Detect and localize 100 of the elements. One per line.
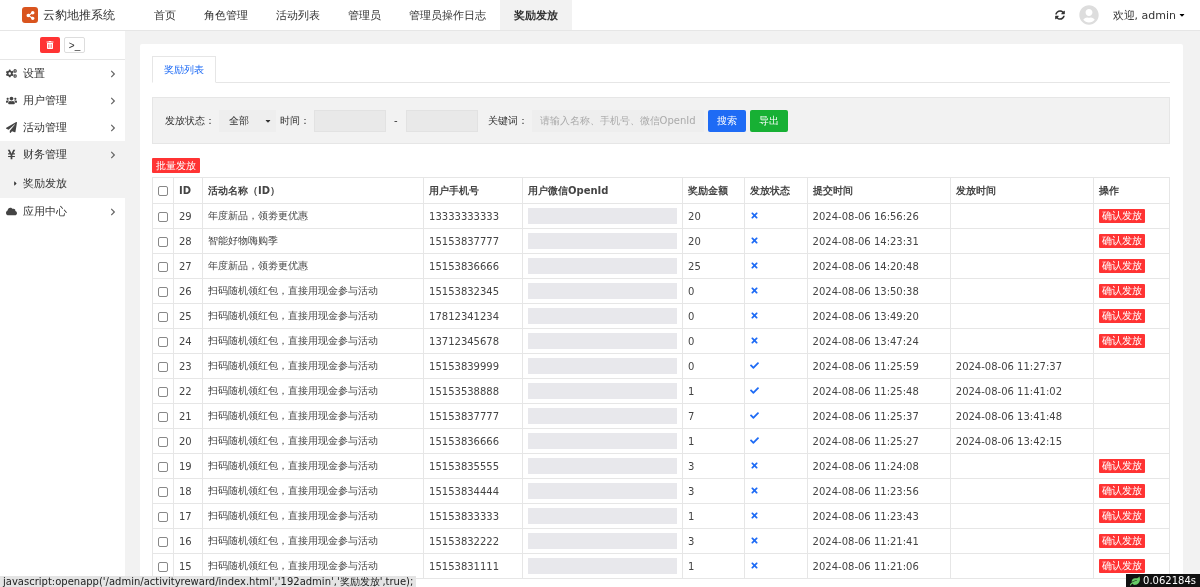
- chevron-right-icon: [109, 123, 117, 132]
- nav-tab[interactable]: 管理员操作日志: [395, 0, 500, 30]
- table-cell: 2024-08-06 13:47:24: [807, 328, 951, 354]
- table-cell: 扫码随机领红包，直接用现金参与活动: [202, 453, 424, 479]
- table-cell: 15153836666: [423, 428, 523, 454]
- search-button[interactable]: 搜索: [707, 109, 746, 132]
- nav-tab[interactable]: 奖励发放: [500, 0, 572, 30]
- nav-tab[interactable]: 角色管理: [190, 0, 262, 30]
- row-checkbox[interactable]: [158, 261, 168, 272]
- row-checkbox[interactable]: [158, 236, 168, 247]
- table-cell: 2024-08-06 11:41:02: [950, 378, 1094, 404]
- chevron-right-icon: [109, 150, 117, 159]
- column-header: 用户微信OpenId: [522, 177, 683, 204]
- keyword-label: 关键词：: [487, 113, 528, 128]
- avatar-icon: [1078, 5, 1099, 25]
- row-checkbox[interactable]: [158, 461, 168, 472]
- table-cell: 2024-08-06 11:27:37: [950, 353, 1094, 379]
- confirm-issue-button[interactable]: 确认发放: [1099, 509, 1145, 523]
- row-checkbox[interactable]: [158, 386, 168, 397]
- table-cell: 0: [682, 328, 745, 354]
- table-cell: 2024-08-06 13:41:48: [950, 403, 1094, 429]
- table-cell: 2024-08-06 13:49:20: [807, 303, 951, 329]
- confirm-issue-button[interactable]: 确认发放: [1099, 534, 1145, 548]
- table-cell: 7: [682, 403, 745, 429]
- cloud-icon: [6, 206, 17, 217]
- table-cell: 15153834444: [423, 478, 523, 504]
- table-cell: 扫码随机领红包，直接用现金参与活动: [202, 428, 424, 454]
- table-cell: 扫码随机领红包，直接用现金参与活动: [202, 353, 424, 379]
- yen-icon: [6, 149, 17, 160]
- table-cell: 2024-08-06 11:23:56: [807, 478, 951, 504]
- row-checkbox[interactable]: [158, 411, 168, 422]
- table-cell: 扫码随机领红包，直接用现金参与活动: [202, 503, 424, 529]
- table-cell: 15153538888: [423, 378, 523, 404]
- row-checkbox[interactable]: [158, 486, 168, 497]
- tab[interactable]: 奖励列表: [152, 56, 216, 83]
- table-cell: 18: [173, 478, 203, 504]
- table-cell: 15153836666: [423, 253, 523, 279]
- table-cell: 3: [682, 478, 745, 504]
- confirm-issue-button[interactable]: 确认发放: [1099, 209, 1145, 223]
- sidebar-item[interactable]: 财务管理: [0, 141, 125, 168]
- table-cell: 13712345678: [423, 328, 523, 354]
- chevron-right-icon: [109, 207, 117, 216]
- confirm-issue-button[interactable]: 确认发放: [1099, 284, 1145, 298]
- keyword-field[interactable]: 请输入名称、手机号、微信OpenId: [531, 109, 704, 132]
- column-header: 提交时间: [807, 177, 951, 204]
- row-checkbox[interactable]: [158, 436, 168, 447]
- delete-button[interactable]: [39, 37, 60, 53]
- table-cell: 扫码随机领红包，直接用现金参与活动: [202, 528, 424, 554]
- status-label: 发放状态：: [165, 113, 215, 128]
- row-checkbox[interactable]: [158, 561, 168, 572]
- refresh-icon[interactable]: [1054, 10, 1065, 20]
- row-checkbox[interactable]: [158, 311, 168, 322]
- column-header: 用户手机号: [423, 177, 523, 204]
- user-menu[interactable]: 欢迎, admin: [1112, 7, 1176, 23]
- nav-tab[interactable]: 活动列表: [262, 0, 334, 30]
- sidebar-subitem[interactable]: 奖励发放: [0, 168, 125, 198]
- confirm-issue-button[interactable]: 确认发放: [1099, 334, 1145, 348]
- table-cell: 3: [682, 528, 745, 554]
- row-checkbox[interactable]: [158, 361, 168, 372]
- table-cell: 2024-08-06 11:25:37: [807, 403, 951, 429]
- table-cell: 2024-08-06 11:21:06: [807, 553, 951, 579]
- row-checkbox[interactable]: [158, 211, 168, 222]
- table-cell: 2024-08-06 11:25:48: [807, 378, 951, 404]
- confirm-issue-button[interactable]: 确认发放: [1099, 559, 1145, 573]
- table-cell: 扫码随机领红包，直接用现金参与活动: [202, 478, 424, 504]
- confirm-issue-button[interactable]: 确认发放: [1099, 234, 1145, 248]
- table-cell: 扫码随机领红包，直接用现金参与活动: [202, 303, 424, 329]
- row-checkbox[interactable]: [158, 336, 168, 347]
- row-checkbox[interactable]: [158, 286, 168, 297]
- chevron-right-icon: [109, 69, 117, 78]
- table-cell: 25: [682, 253, 745, 279]
- column-header: 操作: [1093, 177, 1170, 204]
- row-checkbox[interactable]: [158, 511, 168, 522]
- table-cell: 16: [173, 528, 203, 554]
- table-cell: 0: [682, 278, 745, 304]
- table-cell: 2024-08-06 11:25:59: [807, 353, 951, 379]
- status-select[interactable]: 全部: [219, 109, 276, 132]
- paper-plane-icon: [6, 122, 17, 133]
- batch-issue-button[interactable]: 批量发放: [152, 158, 200, 173]
- table-cell: 17812341234: [423, 303, 523, 329]
- nav-tab[interactable]: 管理员: [334, 0, 395, 30]
- table-cell: 20: [173, 428, 203, 454]
- table-cell: 1: [682, 378, 745, 404]
- row-checkbox[interactable]: [158, 536, 168, 547]
- users-icon: [6, 95, 17, 106]
- confirm-issue-button[interactable]: 确认发放: [1099, 484, 1145, 498]
- nav-tab[interactable]: 首页: [140, 0, 190, 30]
- confirm-issue-button[interactable]: 确认发放: [1099, 259, 1145, 273]
- select-all-checkbox[interactable]: [158, 186, 168, 196]
- column-header: 活动名称（ID）: [202, 177, 424, 204]
- table-cell: 1: [682, 428, 745, 454]
- table-cell: 智能好物嗨购季: [202, 228, 424, 254]
- confirm-issue-button[interactable]: 确认发放: [1099, 459, 1145, 473]
- time-label: 时间：: [280, 113, 310, 128]
- confirm-issue-button[interactable]: 确认发放: [1099, 309, 1145, 323]
- column-header: 发放状态: [744, 177, 808, 204]
- table-cell: 年度新品，领劵更优惠: [202, 203, 424, 229]
- table-cell: 25: [173, 303, 203, 329]
- terminal-button[interactable]: >_: [63, 37, 86, 53]
- table-cell: 年度新品，领劵更优惠: [202, 253, 424, 279]
